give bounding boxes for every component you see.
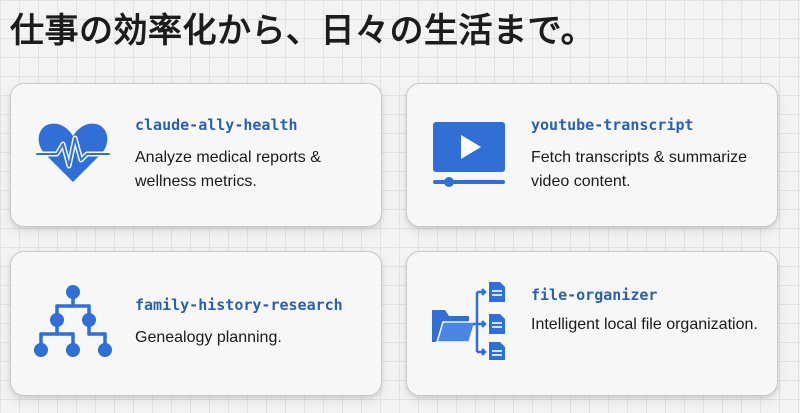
card-description: Analyze medical reports & wellness metri… xyxy=(135,149,321,190)
card-title: family-history-research xyxy=(135,296,343,314)
skill-card-family-history-research[interactable]: family-history-research Genealogy planni… xyxy=(10,251,382,396)
page-headline: 仕事の効率化から、日々の生活まで。 xyxy=(10,11,596,51)
card-description: Fetch transcripts & summarize video cont… xyxy=(531,149,748,190)
heart-pulse-icon xyxy=(33,112,113,192)
card-title: claude-ally-health xyxy=(135,116,298,134)
skill-card-file-organizer[interactable]: file-organizer Intelligent local file or… xyxy=(406,251,778,396)
card-description: Intelligent local file organization. xyxy=(531,316,758,333)
family-tree-icon xyxy=(33,282,113,362)
skill-card-claude-ally-health[interactable]: claude-ally-health Analyze medical repor… xyxy=(10,83,382,227)
skill-card-youtube-transcript[interactable]: youtube-transcript Fetch transcripts & s… xyxy=(406,83,778,227)
card-title: youtube-transcript xyxy=(531,116,694,134)
folder-files-icon xyxy=(429,280,509,360)
video-player-icon xyxy=(429,114,509,194)
card-description: Genealogy planning. xyxy=(135,329,282,346)
card-title: file-organizer xyxy=(531,286,658,304)
